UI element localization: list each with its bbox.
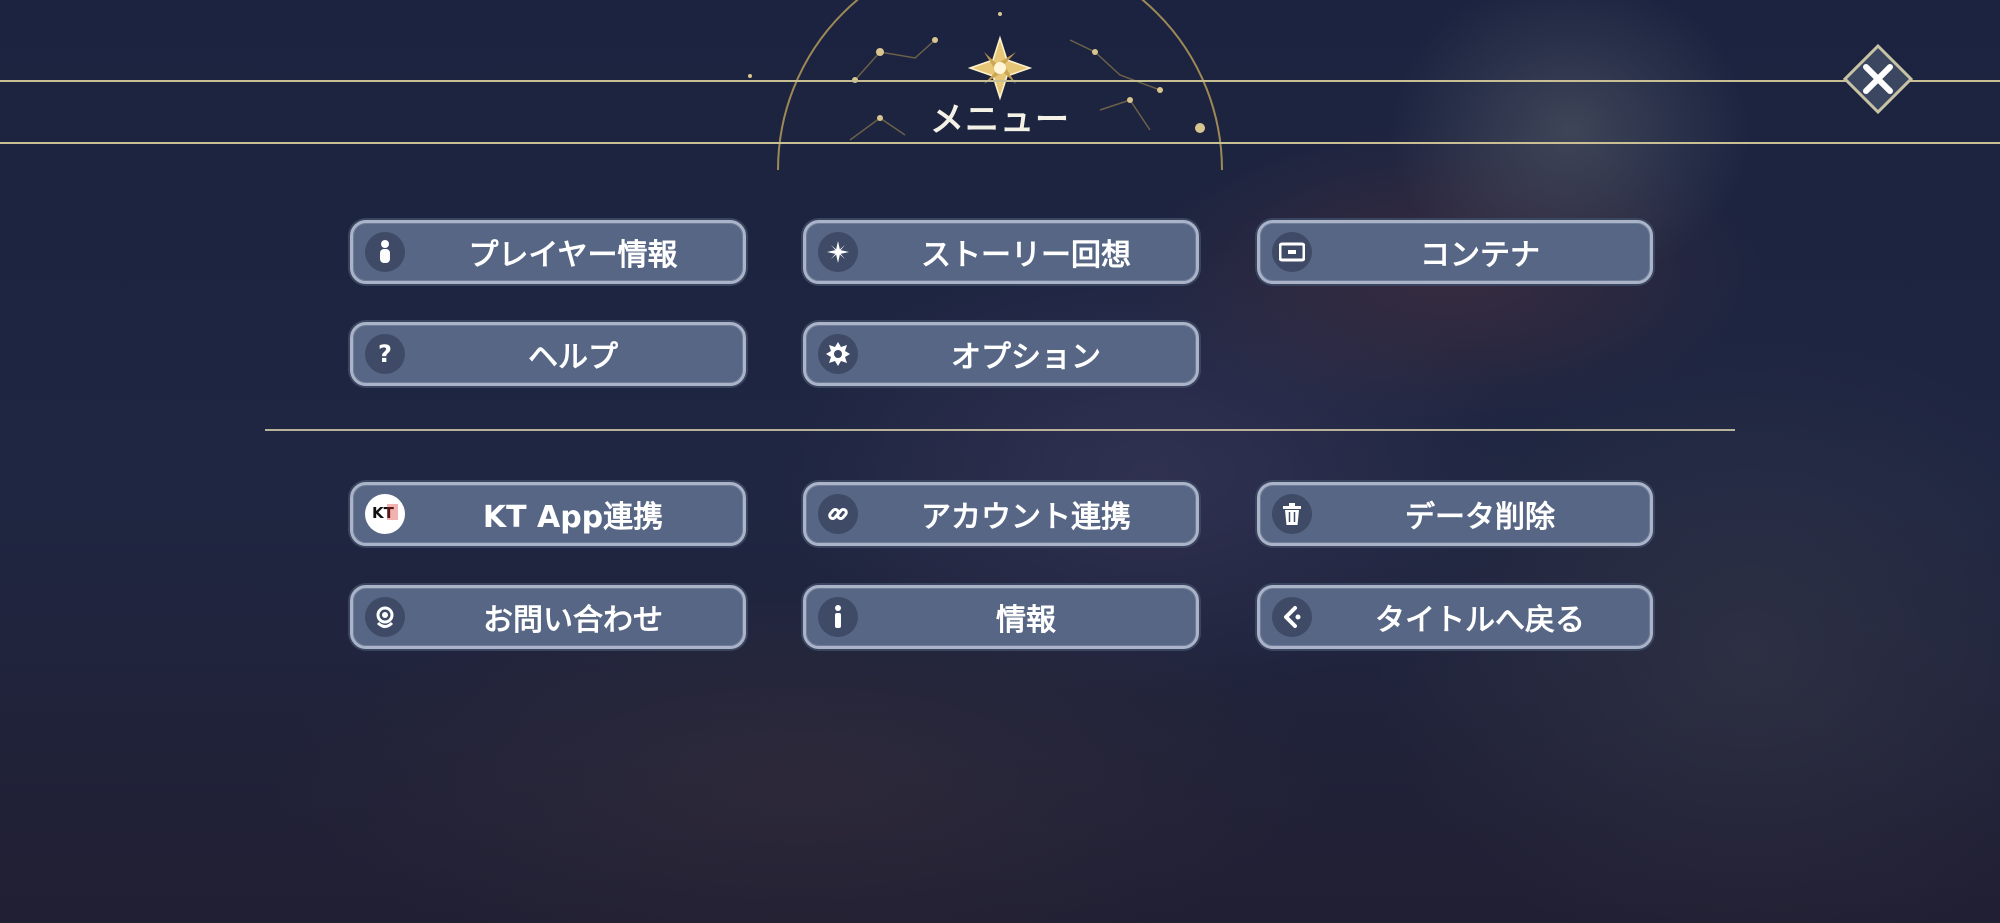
delete-data-label: データ削除 bbox=[1405, 500, 1555, 535]
support-icon bbox=[365, 597, 405, 637]
story-recall-label: ストーリー回想 bbox=[921, 238, 1131, 273]
header-line-top bbox=[0, 80, 2000, 82]
player-info-button[interactable]: プレイヤー情報 bbox=[350, 220, 746, 284]
container-label: コンテナ bbox=[1420, 238, 1540, 273]
delete-data-button[interactable]: データ削除 bbox=[1257, 482, 1653, 546]
return-to-title-button[interactable]: タイトルへ戻る bbox=[1257, 585, 1653, 649]
options-label: オプション bbox=[951, 340, 1101, 375]
trash-icon bbox=[1272, 494, 1312, 534]
account-link-label: アカウント連携 bbox=[921, 500, 1131, 535]
story-recall-button[interactable]: ストーリー回想 bbox=[803, 220, 1199, 284]
help-button[interactable]: ? ヘルプ bbox=[350, 322, 746, 386]
close-button[interactable] bbox=[1842, 43, 1914, 115]
contact-label: お問い合わせ bbox=[483, 603, 663, 638]
header-line-bottom bbox=[0, 142, 2000, 144]
kt-app-link-button[interactable]: KT KT App連携 bbox=[350, 482, 746, 546]
help-icon: ? bbox=[365, 334, 405, 374]
info-label: 情報 bbox=[996, 603, 1056, 638]
info-icon bbox=[818, 597, 858, 637]
kt-app-link-label: KT App連携 bbox=[482, 500, 664, 535]
sparkle-icon bbox=[818, 232, 858, 272]
help-label: ヘルプ bbox=[528, 340, 618, 375]
section-divider bbox=[265, 429, 1735, 431]
container-icon bbox=[1272, 232, 1312, 272]
player-info-label: プレイヤー情報 bbox=[468, 238, 678, 273]
account-link-button[interactable]: アカウント連携 bbox=[803, 482, 1199, 546]
contact-button[interactable]: お問い合わせ bbox=[350, 585, 746, 649]
return-to-title-label: タイトルへ戻る bbox=[1375, 603, 1585, 638]
back-icon bbox=[1272, 597, 1312, 637]
options-button[interactable]: オプション bbox=[803, 322, 1199, 386]
page-title: メニュー bbox=[930, 100, 1070, 140]
player-icon bbox=[365, 232, 405, 272]
close-icon bbox=[1842, 43, 1914, 115]
gear-icon bbox=[818, 334, 858, 374]
container-button[interactable]: コンテナ bbox=[1257, 220, 1653, 284]
link-icon bbox=[818, 494, 858, 534]
kt-app-icon: KT bbox=[365, 494, 405, 534]
info-button[interactable]: 情報 bbox=[803, 585, 1199, 649]
